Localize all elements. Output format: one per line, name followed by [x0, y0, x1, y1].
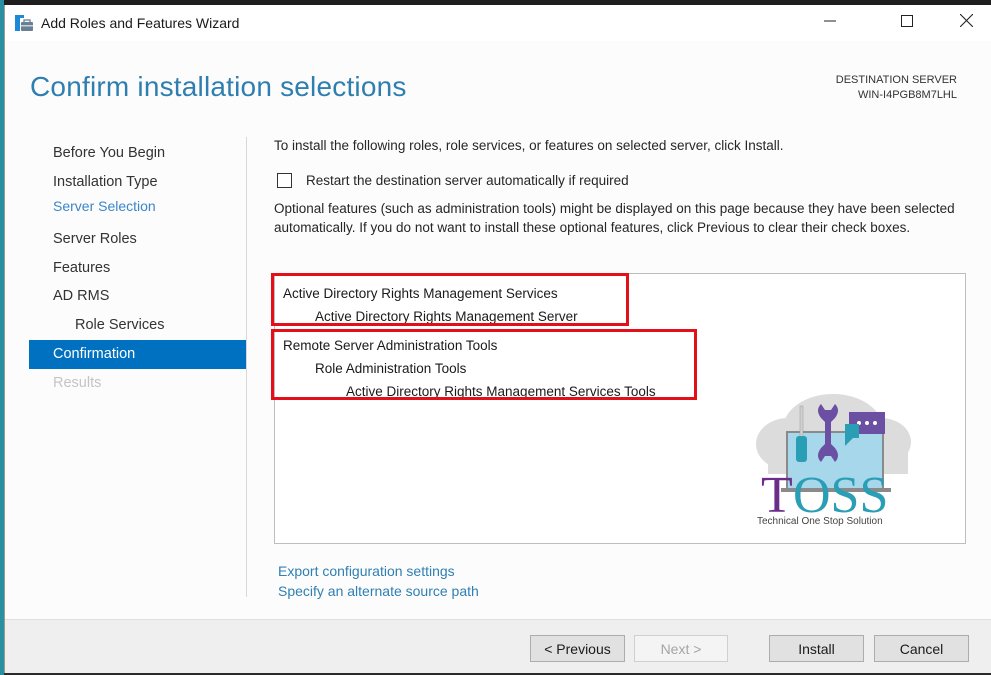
maximize-button[interactable] [884, 5, 930, 41]
nav-installation-type[interactable]: Installation Type [29, 168, 246, 197]
optional-features-note: Optional features (such as administratio… [274, 201, 955, 235]
nav-features[interactable]: Features [29, 254, 246, 283]
toss-subtitle: Technical One Stop Solution [757, 516, 883, 527]
nav-confirmation[interactable]: Confirmation [29, 339, 246, 369]
window-title: Add Roles and Features Wizard [41, 15, 240, 31]
nav-before-you-begin[interactable]: Before You Begin [29, 139, 246, 168]
highlight-box-adrms [271, 273, 629, 326]
restart-option[interactable]: Restart the destination server automatic… [277, 173, 629, 188]
wizard-steps-nav: Before You Begin Installation Type Serve… [29, 139, 246, 397]
additional-links: Export configuration settings Specify an… [278, 561, 479, 601]
minimize-button[interactable] [807, 5, 853, 41]
destination-server-name: WIN-I4PGB8M7LHL [857, 89, 957, 101]
next-button: Next > [634, 635, 728, 662]
toss-watermark-logo: T OSS Technical One Stop Solution [753, 384, 913, 529]
nav-ad-rms[interactable]: AD RMS [29, 282, 246, 311]
nav-results: Results [53, 374, 102, 391]
sidebar-divider [246, 137, 247, 597]
wizard-window: Add Roles and Features Wizard Confirm in… [4, 5, 991, 673]
close-icon [959, 13, 973, 32]
restart-checkbox-label[interactable]: Restart the destination server automatic… [306, 173, 629, 188]
destination-server-label: DESTINATION SERVER [835, 74, 957, 86]
destination-server-info: DESTINATION SERVER WIN-I4PGB8M7LHL [836, 73, 957, 103]
minimize-icon [824, 14, 836, 32]
export-configuration-link[interactable]: Export configuration settings [278, 561, 479, 581]
title-bar[interactable]: Add Roles and Features Wizard [5, 5, 991, 41]
nav-server-roles[interactable]: Server Roles [29, 225, 246, 254]
restart-checkbox[interactable] [277, 173, 292, 188]
nav-role-services[interactable]: Role Services [29, 311, 246, 340]
nav-server-selection[interactable]: Server Selection [29, 196, 246, 225]
intro-text: To install the following roles, role ser… [274, 138, 784, 153]
cancel-button[interactable]: Cancel [874, 635, 969, 662]
previous-button[interactable]: < Previous [530, 635, 625, 662]
page-title: Confirm installation selections [30, 71, 407, 102]
close-button[interactable] [943, 5, 989, 41]
alternate-source-link[interactable]: Specify an alternate source path [278, 581, 479, 601]
highlight-box-rsat [271, 329, 697, 400]
maximize-icon [901, 14, 913, 32]
install-button[interactable]: Install [769, 635, 864, 662]
server-manager-icon [15, 15, 33, 31]
wizard-footer: < Previous Next > Install Cancel [5, 619, 991, 673]
